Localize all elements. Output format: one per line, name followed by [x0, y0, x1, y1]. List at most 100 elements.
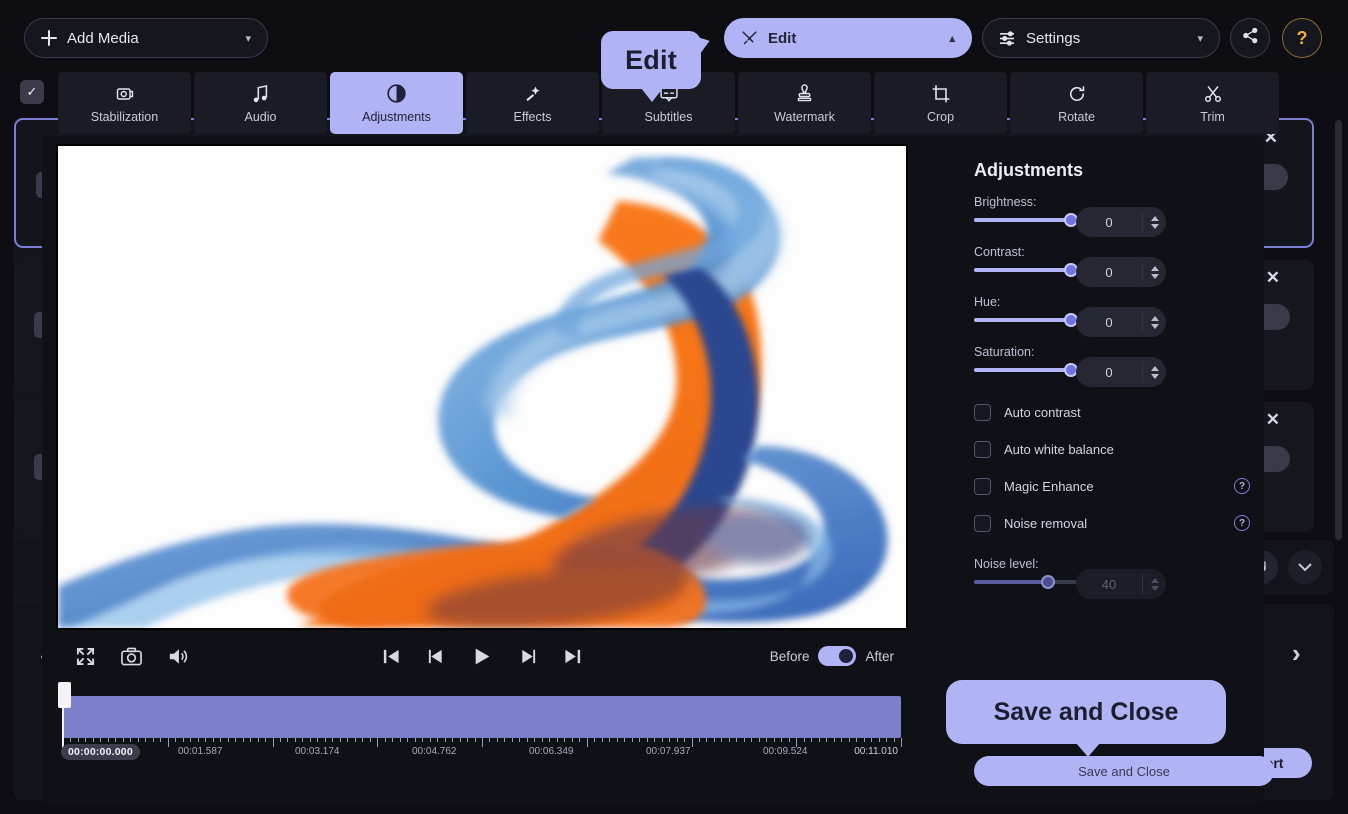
- timeline-tick-label: 00:01.587: [178, 746, 223, 757]
- share-button[interactable]: [1230, 18, 1270, 58]
- edit-label: Edit: [768, 29, 797, 47]
- tab-label: Adjustments: [362, 109, 431, 124]
- auto-contrast-row[interactable]: Auto contrast: [974, 398, 1264, 426]
- hue-slider[interactable]: 0: [974, 307, 1166, 337]
- previous-frame-icon[interactable]: [427, 647, 446, 666]
- saturation-stepper[interactable]: 0: [1076, 357, 1166, 387]
- timeline-tick-label: 00:09.524: [763, 746, 808, 757]
- help-icon[interactable]: ?: [1234, 478, 1250, 494]
- saturation-value: 0: [1105, 364, 1113, 380]
- tab-effects[interactable]: Effects: [466, 72, 599, 134]
- magic-enhance-checkbox[interactable]: [974, 477, 991, 495]
- tooltip-tail: [1076, 743, 1100, 757]
- tab-rotate[interactable]: Rotate: [1010, 72, 1143, 134]
- noise-removal-checkbox[interactable]: [974, 514, 991, 532]
- timeline-tick-label: 00:03.174: [295, 746, 340, 757]
- timeline[interactable]: 00:01.587 00:03.174 00:04.762 00:06.349 00:0…: [56, 682, 908, 760]
- tab-label: Audio: [244, 109, 277, 124]
- auto-contrast-checkbox[interactable]: [974, 403, 991, 421]
- timeline-track[interactable]: [63, 696, 901, 738]
- check-icon: ✓: [26, 84, 38, 99]
- timeline-tick-label: 00:11.010: [854, 746, 898, 757]
- share-icon: [1242, 27, 1259, 49]
- auto-contrast-label: Auto contrast: [1004, 404, 1081, 420]
- stepper-arrows[interactable]: [1142, 212, 1166, 232]
- noise-removal-row[interactable]: Noise removal ?: [974, 509, 1264, 537]
- preview-artwork: [58, 146, 906, 628]
- timeline-tick-label: 00:07.937: [646, 746, 691, 757]
- contrast-slider[interactable]: 0: [974, 257, 1166, 287]
- question-icon: ?: [1296, 27, 1308, 48]
- auto-white-balance-label: Auto white balance: [1004, 441, 1114, 457]
- tab-label: Trim: [1200, 109, 1225, 124]
- brightness-stepper[interactable]: 0: [1076, 207, 1166, 237]
- chevron-down-icon[interactable]: [1288, 550, 1322, 584]
- settings-button[interactable]: Settings ▾: [982, 18, 1220, 58]
- player-left-icons: [76, 647, 188, 666]
- brightness-slider[interactable]: 0: [974, 207, 1166, 237]
- tab-label: Subtitles: [644, 109, 693, 124]
- scissors-icon: [1203, 83, 1223, 105]
- magic-enhance-row[interactable]: Magic Enhance ?: [974, 472, 1264, 500]
- chevron-up-icon: ▴: [949, 32, 955, 45]
- stabilization-icon: [115, 83, 135, 105]
- next-frame-icon[interactable]: [519, 647, 538, 666]
- video-preview-frame: [56, 144, 908, 630]
- edit-button[interactable]: Edit ▴: [724, 18, 972, 58]
- tab-stabilization[interactable]: Stabilization: [58, 72, 191, 134]
- timeline-playhead[interactable]: [58, 682, 71, 748]
- stepper-arrows[interactable]: [1142, 262, 1166, 282]
- contrast-stepper[interactable]: 0: [1076, 257, 1166, 287]
- tab-crop[interactable]: Crop: [874, 72, 1007, 134]
- stepper-arrows[interactable]: [1142, 574, 1166, 594]
- help-button[interactable]: ?: [1282, 18, 1322, 58]
- tooltip-tail: [641, 88, 663, 102]
- stepper-arrows[interactable]: [1142, 362, 1166, 382]
- fullscreen-icon[interactable]: [76, 647, 95, 666]
- timeline-ruler-labels: 00:01.587 00:03.174 00:04.762 00:06.349 00:0…: [56, 746, 908, 762]
- noise-removal-label: Noise removal: [1004, 515, 1088, 531]
- contrast-circle-icon: [386, 83, 407, 105]
- noise-level-slider[interactable]: 40: [974, 569, 1166, 599]
- plus-icon: [41, 30, 57, 46]
- saturation-slider[interactable]: 0: [974, 357, 1166, 387]
- select-all-checkbox[interactable]: ✓: [20, 80, 44, 104]
- list-scrollbar[interactable]: [1335, 120, 1342, 540]
- tab-watermark[interactable]: Watermark: [738, 72, 871, 134]
- add-media-button[interactable]: Add Media ▾: [24, 18, 268, 58]
- current-time-badge: 00:00:00.000: [61, 744, 140, 760]
- brightness-row: Brightness: 0: [974, 195, 1250, 237]
- close-icon[interactable]: ✕: [1266, 268, 1280, 288]
- stepper-arrows[interactable]: [1142, 312, 1166, 332]
- magic-enhance-label: Magic Enhance: [1004, 478, 1094, 494]
- before-after-toggle[interactable]: [818, 646, 857, 666]
- transport-controls: [382, 646, 583, 667]
- help-icon[interactable]: ?: [1234, 515, 1250, 531]
- play-icon[interactable]: [472, 646, 493, 667]
- video-preview[interactable]: [58, 146, 906, 628]
- edit-tooltip-label: Edit: [625, 44, 677, 75]
- hue-stepper[interactable]: 0: [1076, 307, 1166, 337]
- panel-title: Adjustments: [974, 160, 1084, 180]
- volume-icon[interactable]: [168, 647, 188, 666]
- camera-icon[interactable]: [121, 647, 142, 666]
- skip-to-end-icon[interactable]: [564, 647, 583, 666]
- edit-tooltip: Edit: [601, 31, 701, 102]
- slider-knob[interactable]: [1041, 575, 1056, 589]
- tab-trim[interactable]: Trim: [1146, 72, 1279, 134]
- brightness-value: 0: [1105, 214, 1113, 230]
- tab-audio[interactable]: Audio: [194, 72, 327, 134]
- close-icon[interactable]: ✕: [1266, 410, 1280, 430]
- save-and-close-button[interactable]: Save and Close: [974, 756, 1274, 786]
- skip-to-start-icon[interactable]: [382, 647, 401, 666]
- chevron-right-icon[interactable]: ›: [1292, 638, 1301, 669]
- save-and-close-tooltip-label: Save and Close: [993, 697, 1179, 726]
- noise-level-stepper[interactable]: 40: [1076, 569, 1166, 599]
- tab-label: Crop: [926, 109, 955, 124]
- rotate-icon: [1067, 83, 1087, 105]
- music-note-icon: [252, 83, 270, 105]
- saturation-row: Saturation: 0: [974, 345, 1250, 387]
- tab-adjustments[interactable]: Adjustments: [330, 72, 463, 134]
- auto-white-balance-checkbox[interactable]: [974, 440, 991, 458]
- auto-white-balance-row[interactable]: Auto white balance: [974, 435, 1264, 463]
